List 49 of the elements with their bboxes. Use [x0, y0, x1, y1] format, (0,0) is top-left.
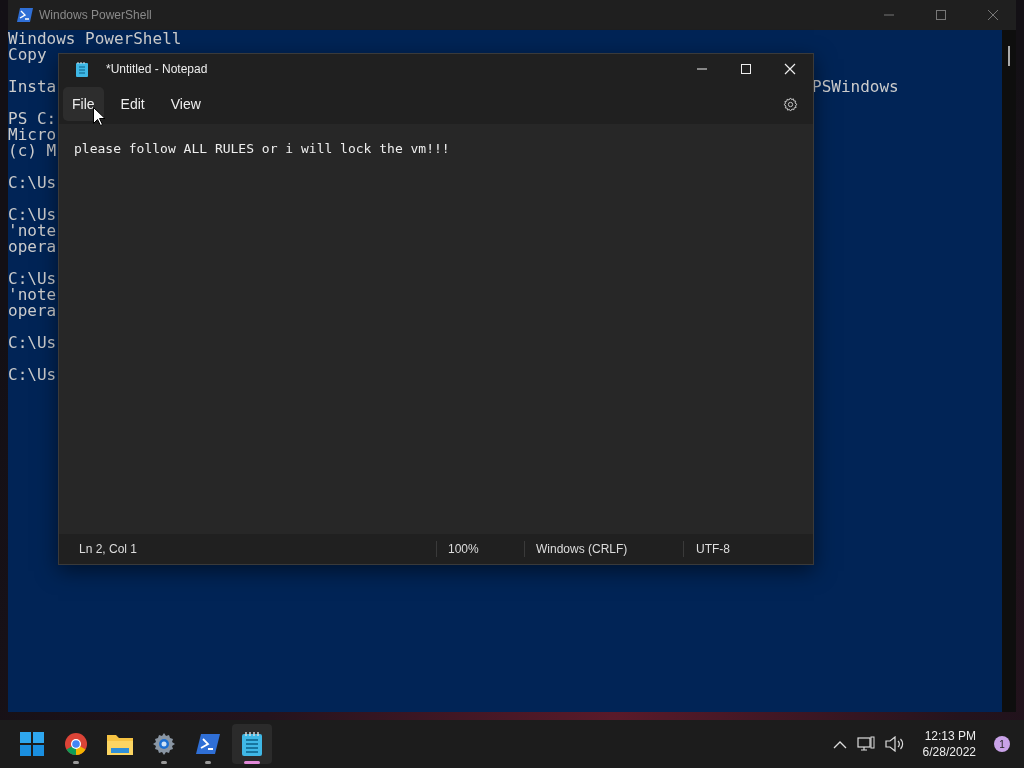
- console-line: C:\Us: [8, 205, 57, 224]
- running-indicator: [73, 761, 79, 764]
- terminal-icon: [17, 8, 33, 22]
- document-text: please follow ALL RULES or i will lock the vm!!!: [74, 141, 451, 156]
- console-line: opera: [8, 237, 57, 256]
- console-line: PS C:: [8, 109, 57, 128]
- window-title: *Untitled - Notepad: [106, 62, 208, 76]
- settings-icon[interactable]: [783, 96, 798, 112]
- chevron-up-icon[interactable]: [832, 739, 847, 749]
- taskbar-button[interactable]: [232, 724, 272, 764]
- console-line: opera: [8, 301, 57, 320]
- cursor-icon: [93, 107, 105, 126]
- console-line: PSWindows: [812, 79, 899, 95]
- running-indicator: [161, 761, 167, 764]
- status-text: UTF-8: [696, 542, 730, 556]
- console-line: 'note: [8, 285, 57, 304]
- scrollbar-thumb[interactable]: [1008, 46, 1010, 66]
- status-text: Ln 2, Col 1: [79, 542, 138, 556]
- time-text: 12:13 PM: [924, 728, 976, 744]
- console-line: C:\Us: [8, 269, 57, 288]
- monitor-icon[interactable]: [856, 736, 875, 752]
- notepad-icon: [242, 732, 262, 756]
- console-line: 'note: [8, 221, 57, 240]
- console-line: C:\Us: [8, 173, 57, 192]
- console-line: Insta: [8, 77, 57, 96]
- running-indicator: [244, 761, 260, 764]
- console-line: Micro: [8, 125, 57, 144]
- menu-item[interactable]: File: [63, 87, 104, 121]
- speaker-icon[interactable]: [884, 736, 905, 752]
- folder-icon: [107, 733, 133, 755]
- menu-item[interactable]: Edit: [111, 87, 154, 121]
- console-line: (c) M: [8, 141, 57, 160]
- gear-icon: [152, 732, 176, 756]
- console-line: C:\Us: [8, 365, 57, 384]
- browser-icon: [64, 732, 88, 756]
- date-text: 6/28/2022: [922, 744, 976, 760]
- console-line: C:\Us: [8, 333, 57, 352]
- clock[interactable]: 12:13 PM 6/28/2022: [922, 728, 976, 760]
- console-line: Windows PowerShell: [8, 29, 182, 48]
- notification-badge[interactable]: 1: [994, 736, 1010, 752]
- notepad-icon: [76, 61, 88, 77]
- console-line: Copy: [8, 45, 47, 64]
- status-text: Windows (CRLF): [536, 542, 628, 556]
- running-indicator: [205, 761, 211, 764]
- windows-icon: [20, 732, 44, 756]
- menu-item[interactable]: View: [161, 87, 210, 121]
- window-title: Windows PowerShell: [39, 8, 152, 22]
- terminal-icon: [196, 734, 220, 754]
- status-text: 100%: [448, 542, 479, 556]
